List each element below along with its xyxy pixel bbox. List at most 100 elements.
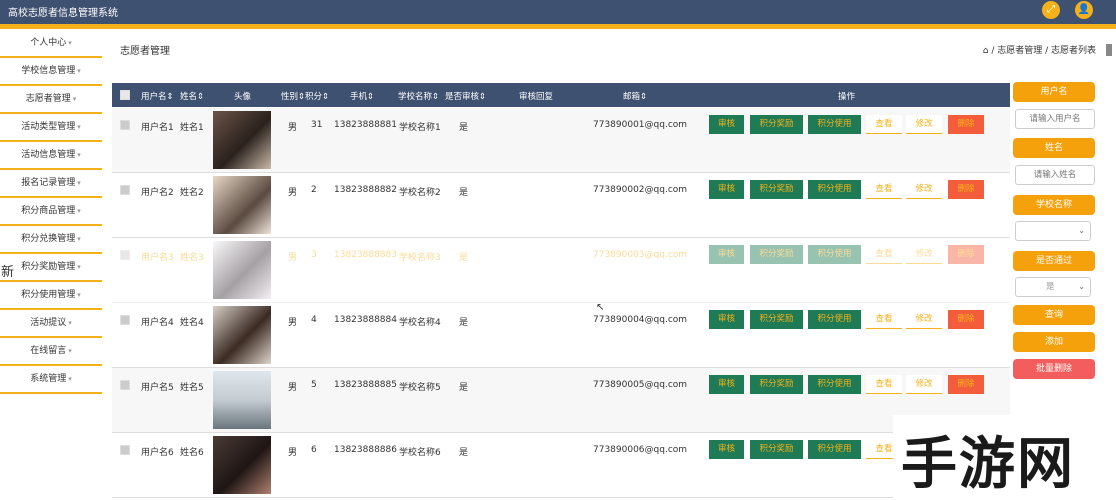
delete-button[interactable]: 删除 <box>948 375 984 394</box>
page-title: 志愿者管理 <box>120 46 170 57</box>
add-button[interactable]: 添加 <box>1013 332 1095 352</box>
name-input[interactable]: 请输入姓名 <box>1015 165 1095 185</box>
audit-button[interactable]: 审核 <box>709 440 744 459</box>
column-header-points[interactable]: 积分⇕ <box>305 90 329 102</box>
points-reward-button[interactable]: 积分奖励 <box>750 310 803 329</box>
row-checkbox[interactable] <box>120 380 130 390</box>
avatar <box>213 436 271 494</box>
column-header-username[interactable]: 用户名⇕ <box>141 90 174 102</box>
cell-points: 2 <box>311 185 317 195</box>
cell-phone: 13823888884 <box>334 315 397 325</box>
column-header-school[interactable]: 学校名称⇕ <box>398 90 439 102</box>
edit-button[interactable]: 修改 <box>906 310 942 329</box>
points-use-button[interactable]: 积分使用 <box>808 440 861 459</box>
batch-delete-button[interactable]: 批量删除 <box>1013 359 1095 379</box>
cell-points: 4 <box>311 315 317 325</box>
sidebar-item-personal-center[interactable]: 个人中心 ▾ <box>0 30 102 58</box>
audit-button[interactable]: 审核 <box>709 310 744 329</box>
cell-username: 用户名3 <box>141 253 174 263</box>
sidebar-item-label: 积分奖励管理 <box>21 262 76 272</box>
view-button[interactable]: 查看 <box>866 310 902 329</box>
sidebar-item-label: 学校信息管理 <box>21 66 76 76</box>
sidebar-item-points-goods[interactable]: 积分商品管理 ▾ <box>0 198 102 226</box>
mouse-cursor-icon: ↖ <box>596 302 605 313</box>
cell-email: 773890003@qq.com <box>593 250 688 260</box>
audit-status-select[interactable]: 是 ⌄ <box>1015 277 1091 297</box>
sidebar-item-points-use[interactable]: 积分使用管理 ▾ <box>0 282 102 310</box>
row-checkbox[interactable] <box>120 250 130 260</box>
breadcrumb[interactable]: ⌂ / 志愿者管理 / 志愿者列表 <box>983 43 1096 56</box>
sidebar-item-activity-info[interactable]: 活动信息管理 ▾ <box>0 142 102 170</box>
view-button[interactable]: 查看 <box>866 245 902 264</box>
sidebar-item-label: 积分兑换管理 <box>21 234 76 244</box>
points-use-button[interactable]: 积分使用 <box>808 375 861 394</box>
school-select[interactable]: ⌄ <box>1015 221 1091 241</box>
sidebar-item-points-reward[interactable]: 积分奖励管理 ▾ <box>0 254 102 282</box>
row-checkbox[interactable] <box>120 185 130 195</box>
sidebar-item-label: 活动提议 <box>30 318 67 328</box>
cell-gender: 男 <box>288 383 298 393</box>
column-header-gender[interactable]: 性别⇕ <box>281 90 305 102</box>
chevron-down-icon: ▾ <box>77 291 81 299</box>
cell-email: 773890005@qq.com <box>593 380 688 390</box>
row-checkbox[interactable] <box>120 120 130 130</box>
school-label: 学校名称 <box>1013 195 1095 215</box>
points-reward-button[interactable]: 积分奖励 <box>750 245 803 264</box>
audit-button[interactable]: 审核 <box>709 375 744 394</box>
view-button[interactable]: 查看 <box>866 180 902 199</box>
points-reward-button[interactable]: 积分奖励 <box>750 180 803 199</box>
points-use-button[interactable]: 积分使用 <box>808 115 861 134</box>
edit-button[interactable]: 修改 <box>906 375 942 394</box>
cell-email: 773890004@qq.com <box>593 315 688 325</box>
cell-school: 学校名称5 <box>399 383 441 393</box>
points-reward-button[interactable]: 积分奖励 <box>750 115 803 134</box>
delete-button[interactable]: 删除 <box>948 180 984 199</box>
username-input[interactable]: 请输入用户名 <box>1015 109 1095 129</box>
view-button[interactable]: 查看 <box>866 375 902 394</box>
row-checkbox[interactable] <box>120 445 130 455</box>
search-button[interactable]: 查询 <box>1013 305 1095 325</box>
sidebar-item-signup-records[interactable]: 报名记录管理 ▾ <box>0 170 102 198</box>
audit-button[interactable]: 审核 <box>709 180 744 199</box>
cell-name: 姓名2 <box>180 188 204 198</box>
edit-button[interactable]: 修改 <box>906 245 942 264</box>
scrollbar-thumb[interactable] <box>1106 44 1112 56</box>
table-row: 用户名1 姓名1 男 31 13823888881 学校名称1 是 773890… <box>112 108 1010 173</box>
sidebar-item-school-info[interactable]: 学校信息管理 ▾ <box>0 58 102 86</box>
sidebar-item-activity-proposal[interactable]: 活动提议 ▾ <box>0 310 102 338</box>
column-header-audited[interactable]: 是否审核⇕ <box>445 90 486 102</box>
delete-button[interactable]: 删除 <box>948 245 984 264</box>
cell-audited: 是 <box>459 318 469 328</box>
points-reward-button[interactable]: 积分奖励 <box>750 375 803 394</box>
points-use-button[interactable]: 积分使用 <box>808 180 861 199</box>
edit-button[interactable]: 修改 <box>906 180 942 199</box>
sidebar-item-online-message[interactable]: 在线留言 ▾ <box>0 338 102 366</box>
sidebar-item-points-exchange[interactable]: 积分兑换管理 ▾ <box>0 226 102 254</box>
fullscreen-icon[interactable]: ⤢ <box>1042 1 1060 19</box>
sidebar-item-activity-type[interactable]: 活动类型管理 ▾ <box>0 114 102 142</box>
sidebar-item-volunteer[interactable]: 志愿者管理 ▾ <box>0 86 102 114</box>
cell-username: 用户名5 <box>141 383 174 393</box>
column-header-email[interactable]: 邮箱⇕ <box>623 90 647 102</box>
sidebar-item-system[interactable]: 系统管理 ▾ <box>0 366 102 394</box>
edit-button[interactable]: 修改 <box>906 115 942 134</box>
row-checkbox[interactable] <box>120 315 130 325</box>
audit-button[interactable]: 审核 <box>709 245 744 264</box>
cell-school: 学校名称2 <box>399 188 441 198</box>
points-use-button[interactable]: 积分使用 <box>808 310 861 329</box>
delete-button[interactable]: 删除 <box>948 115 984 134</box>
column-header-name[interactable]: 姓名⇕ <box>180 90 204 102</box>
chevron-down-icon: ▾ <box>77 67 81 75</box>
chevron-down-icon: ▾ <box>68 375 72 383</box>
cell-school: 学校名称1 <box>399 123 441 133</box>
sidebar-item-label: 活动信息管理 <box>21 150 76 160</box>
audit-button[interactable]: 审核 <box>709 115 744 134</box>
delete-button[interactable]: 删除 <box>948 310 984 329</box>
select-all-checkbox[interactable] <box>120 90 130 100</box>
points-use-button[interactable]: 积分使用 <box>808 245 861 264</box>
table-row: 用户名4 姓名4 男 4 13823888884 学校名称4 是 7738900… <box>112 303 1010 368</box>
user-avatar-icon[interactable]: 👤 <box>1075 1 1093 19</box>
column-header-phone[interactable]: 手机⇕ <box>350 90 374 102</box>
view-button[interactable]: 查看 <box>866 115 902 134</box>
points-reward-button[interactable]: 积分奖励 <box>750 440 803 459</box>
